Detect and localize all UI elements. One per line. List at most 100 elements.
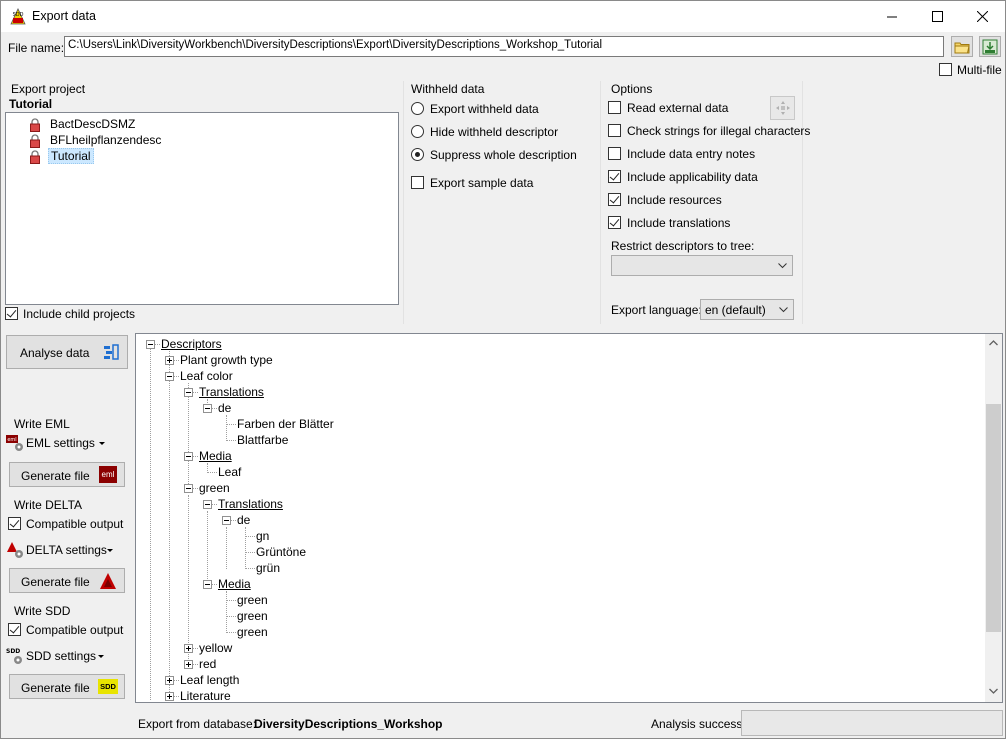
collapse-icon[interactable] — [222, 516, 231, 525]
save-file-button[interactable] — [979, 36, 1001, 57]
chevron-down-icon — [99, 442, 105, 445]
check-strings-checkbox[interactable] — [608, 124, 621, 137]
options-heading: Options — [611, 82, 653, 96]
tree-node[interactable]: Media — [218, 577, 251, 591]
expand-icon[interactable] — [165, 692, 174, 701]
applicability-checkbox[interactable] — [608, 170, 621, 183]
minimize-button[interactable] — [869, 1, 915, 32]
export-language-select[interactable]: en (default) — [700, 299, 794, 320]
eml-generate-label: Generate file — [21, 469, 90, 483]
eml-settings-dropdown[interactable]: eml EML settings — [6, 433, 116, 453]
collapse-icon[interactable] — [203, 404, 212, 413]
check-strings-label: Check strings for illegal characters — [627, 124, 811, 138]
expand-icon[interactable] — [165, 676, 174, 685]
export-withheld-radio[interactable] — [411, 102, 424, 115]
data-entry-notes-checkbox[interactable] — [608, 147, 621, 160]
sdd-generate-button[interactable]: Generate file SDD — [9, 674, 125, 699]
eml-settings-icon: eml — [6, 435, 23, 451]
maximize-button[interactable] — [914, 1, 960, 32]
delta-settings-dropdown[interactable]: DELTA settings — [6, 540, 118, 560]
tree-node[interactable]: yellow — [199, 641, 232, 655]
collapse-icon[interactable] — [165, 372, 174, 381]
translations-checkbox[interactable] — [608, 216, 621, 229]
collapse-icon[interactable] — [203, 500, 212, 509]
sdd-compatible-label: Compatible output — [26, 623, 124, 637]
collapse-icon[interactable] — [203, 580, 212, 589]
external-data-button[interactable] — [770, 96, 795, 120]
tree-node[interactable]: Leaf length — [180, 673, 239, 687]
eml-file-icon: eml — [99, 466, 117, 483]
tree-node[interactable]: de — [218, 401, 231, 415]
scroll-down-icon[interactable] — [989, 688, 998, 694]
chevron-down-icon — [98, 655, 104, 658]
multi-file-checkbox[interactable] — [939, 63, 952, 76]
save-export-icon — [982, 39, 998, 54]
tree-node[interactable]: gn — [256, 529, 269, 543]
tree-node[interactable]: Leaf color — [180, 369, 233, 383]
delta-generate-button[interactable]: Generate file — [9, 568, 125, 593]
resources-checkbox[interactable] — [608, 193, 621, 206]
tree-node[interactable]: Media — [199, 449, 232, 463]
suppress-description-label: Suppress whole description — [430, 148, 577, 162]
tree-node[interactable]: green — [237, 593, 268, 607]
include-child-projects-label: Include child projects — [23, 307, 136, 321]
tree-node[interactable]: green — [237, 625, 268, 639]
eml-generate-button[interactable]: Generate file eml — [9, 462, 125, 487]
collapse-icon[interactable] — [184, 484, 193, 493]
export-data-window: SDD Export data File name: C:\Users\Link… — [0, 0, 1006, 739]
tree-node[interactable]: green — [237, 609, 268, 623]
read-external-checkbox[interactable] — [608, 101, 621, 114]
scroll-thumb[interactable] — [986, 404, 1001, 632]
tree-node[interactable]: grün — [256, 561, 280, 575]
suppress-description-radio[interactable] — [411, 148, 424, 161]
hide-withheld-label: Hide withheld descriptor — [430, 125, 559, 139]
delta-settings-icon — [7, 542, 23, 558]
sdd-compatible-checkbox[interactable] — [8, 623, 21, 636]
expand-icon[interactable] — [184, 660, 193, 669]
analyse-data-button[interactable]: Analyse data — [6, 335, 128, 369]
restrict-tree-label: Restrict descriptors to tree: — [611, 239, 755, 253]
hide-withheld-radio[interactable] — [411, 125, 424, 138]
tree-node[interactable]: Descriptors — [161, 337, 222, 351]
move-arrows-icon — [775, 101, 790, 115]
sdd-settings-dropdown[interactable]: SDD SDD settings — [6, 646, 110, 666]
delta-file-icon — [100, 573, 116, 589]
export-sample-label: Export sample data — [430, 176, 534, 190]
export-sample-checkbox[interactable] — [411, 176, 424, 189]
collapse-icon[interactable] — [184, 452, 193, 461]
delta-compatible-checkbox[interactable] — [8, 517, 21, 530]
selected-project-label: Tutorial — [9, 97, 53, 111]
tree-node[interactable]: de — [237, 513, 250, 527]
tree-node[interactable]: red — [199, 657, 216, 671]
close-button[interactable] — [959, 1, 1005, 32]
tree-node[interactable]: Plant growth type — [180, 353, 273, 367]
delta-compatible-label: Compatible output — [26, 517, 124, 531]
expand-icon[interactable] — [165, 356, 174, 365]
maximize-icon — [931, 11, 943, 22]
collapse-icon[interactable] — [184, 388, 193, 397]
tree-node[interactable]: Translations — [199, 385, 264, 399]
file-name-input[interactable]: C:\Users\Link\DiversityWorkbench\Diversi… — [64, 36, 944, 57]
collapse-icon[interactable] — [146, 340, 155, 349]
sdd-generate-label: Generate file — [21, 681, 90, 695]
descriptor-tree[interactable]: Descriptors Plant growth type Leaf color… — [135, 333, 1003, 703]
tree-node[interactable]: Translations — [218, 497, 283, 511]
include-child-projects-checkbox[interactable] — [5, 307, 18, 320]
scroll-up-icon[interactable] — [989, 340, 998, 346]
tree-node[interactable]: Grüntöne — [256, 545, 306, 559]
delta-generate-label: Generate file — [21, 575, 90, 589]
resources-label: Include resources — [627, 193, 722, 207]
export-project-heading: Export project — [11, 82, 86, 96]
tree-node[interactable]: Farben der Blätter — [237, 417, 334, 431]
tree-node[interactable]: Leaf — [218, 465, 241, 479]
tree-node[interactable]: Blattfarbe — [237, 433, 288, 447]
close-icon — [976, 11, 988, 22]
folder-icon — [954, 42, 970, 53]
project-list: BactDescDSMZ BFLheilpflanzendesc Tutoria… — [5, 112, 399, 305]
tree-scrollbar[interactable] — [985, 334, 1002, 702]
open-folder-button[interactable] — [951, 36, 973, 57]
expand-icon[interactable] — [184, 644, 193, 653]
tree-node[interactable]: Literature — [180, 689, 231, 702]
tree-node[interactable]: green — [199, 481, 230, 495]
restrict-tree-select[interactable] — [611, 255, 793, 276]
